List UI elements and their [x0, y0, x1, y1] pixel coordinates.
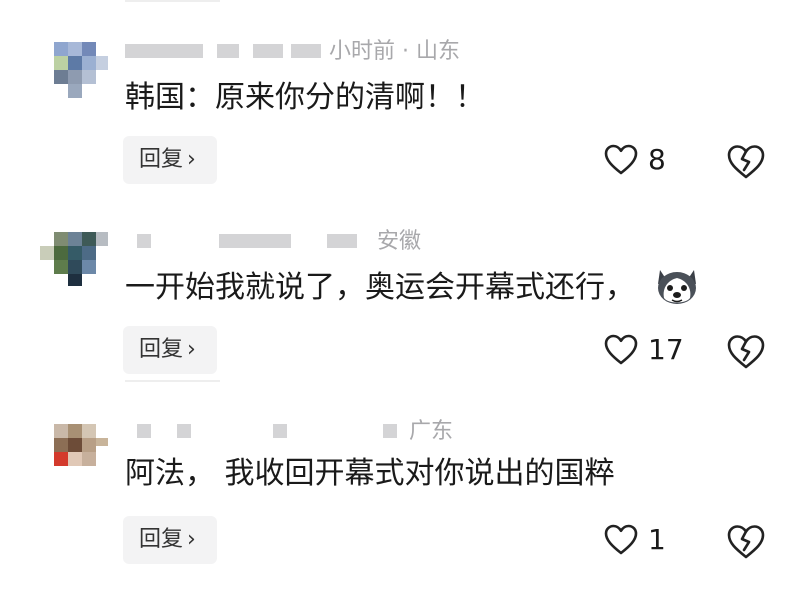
- reply-label: 回复: [139, 527, 184, 552]
- broken-heart-icon[interactable]: [726, 522, 766, 562]
- location: 安徽: [377, 229, 422, 254]
- comment-meta: 小时前 · 山东: [125, 38, 465, 66]
- heart-outline-icon: [604, 524, 638, 555]
- redacted-username: [273, 424, 287, 438]
- redacted-username: [383, 424, 397, 438]
- redacted-username: [261, 234, 291, 248]
- redacted-username: [219, 234, 267, 248]
- redacted-username: [137, 234, 151, 248]
- time-location: 小时前 · 山东: [329, 39, 460, 64]
- comment-text: 韩国：原来你分的清啊！！: [125, 80, 485, 115]
- broken-heart-icon[interactable]: [726, 332, 766, 372]
- chevron-right-icon: ›: [187, 147, 196, 172]
- husky-emoji-icon: [658, 270, 696, 304]
- comment-meta: 广东: [125, 418, 465, 446]
- redacted-username: [177, 424, 191, 438]
- redacted-time: [291, 44, 321, 58]
- like-count: 17: [648, 333, 684, 366]
- like-count: 1: [648, 523, 666, 556]
- comment-list: 小时前 · 山东 韩国：原来你分的清啊！！ 回复 › 8 安徽 一开始我就说了，…: [0, 0, 800, 607]
- reply-button[interactable]: 回复 ›: [123, 326, 217, 374]
- comment-item: 广东 阿法， 我收回开幕式对你说出的国粹 回复 › 1: [0, 380, 800, 570]
- reply-button[interactable]: 回复 ›: [123, 136, 217, 184]
- avatar[interactable]: [40, 232, 110, 288]
- chevron-right-icon: ›: [187, 527, 196, 552]
- heart-outline-icon: [604, 144, 638, 175]
- heart-outline-icon: [604, 334, 638, 365]
- redacted-username: [125, 44, 203, 58]
- comment-item: 小时前 · 山东 韩国：原来你分的清啊！！ 回复 › 8: [0, 0, 800, 190]
- reply-label: 回复: [139, 147, 184, 172]
- location: 广东: [409, 419, 454, 444]
- reply-button[interactable]: 回复 ›: [123, 516, 217, 564]
- redacted-username: [217, 44, 239, 58]
- comment-item: 安徽 一开始我就说了，奥运会开幕式还行， 回复 › 17: [0, 190, 800, 380]
- redacted-username: [253, 44, 283, 58]
- chevron-right-icon: ›: [187, 337, 196, 362]
- redacted-username: [327, 234, 357, 248]
- redacted-username: [137, 424, 151, 438]
- like-count: 8: [648, 143, 666, 176]
- comment-text: 一开始我就说了，奥运会开幕式还行，: [125, 270, 635, 305]
- broken-heart-icon[interactable]: [726, 142, 766, 182]
- comment-meta: 安徽: [125, 228, 445, 256]
- avatar[interactable]: [40, 424, 110, 480]
- reply-label: 回复: [139, 337, 184, 362]
- avatar[interactable]: [40, 42, 110, 98]
- comment-text: 阿法， 我收回开幕式对你说出的国粹: [125, 456, 615, 491]
